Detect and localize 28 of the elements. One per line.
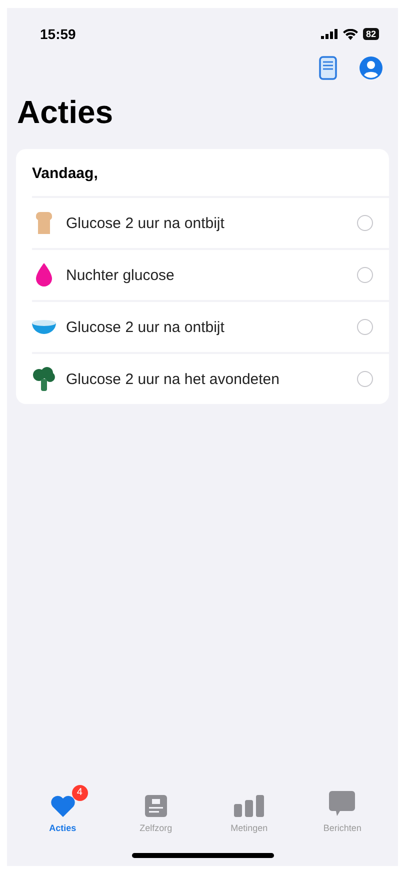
- section-heading: Vandaag,: [32, 149, 389, 198]
- action-label: Glucose 2 uur na het avondeten: [66, 370, 280, 388]
- tab-button[interactable]: 4 Acties: [22, 783, 103, 833]
- check-circle[interactable]: [357, 267, 373, 283]
- tab-badge: 4: [72, 785, 88, 801]
- wifi-icon: [342, 28, 358, 40]
- chat-icon: [329, 791, 356, 817]
- action-label: Glucose 2 uur na ontbijt: [66, 318, 226, 336]
- bowl-icon: [32, 320, 56, 334]
- profile-icon[interactable]: [359, 56, 383, 80]
- action-label: Glucose 2 uur na ontbijt: [66, 214, 226, 232]
- document-icon: [144, 795, 167, 817]
- action-label: Nuchter glucose: [66, 266, 176, 284]
- status-time: 15:59: [40, 26, 76, 42]
- action-row[interactable]: Glucose 2 uur na ontbijt: [32, 198, 389, 250]
- action-row[interactable]: Glucose 2 uur na ontbijt: [32, 302, 389, 354]
- page-title: Acties: [17, 94, 114, 131]
- heart-icon: [50, 795, 76, 817]
- check-circle[interactable]: [357, 371, 373, 387]
- battery-level: 82: [362, 28, 379, 40]
- list-card-icon[interactable]: [319, 56, 337, 80]
- action-row[interactable]: Nuchter glucose: [32, 250, 389, 302]
- bar-chart-icon: [234, 795, 264, 817]
- check-circle[interactable]: [357, 319, 373, 335]
- broccoli-icon: [32, 367, 56, 391]
- signal-icon: [320, 29, 338, 39]
- check-circle[interactable]: [357, 215, 373, 231]
- action-row[interactable]: Glucose 2 uur na het avondeten: [32, 354, 389, 404]
